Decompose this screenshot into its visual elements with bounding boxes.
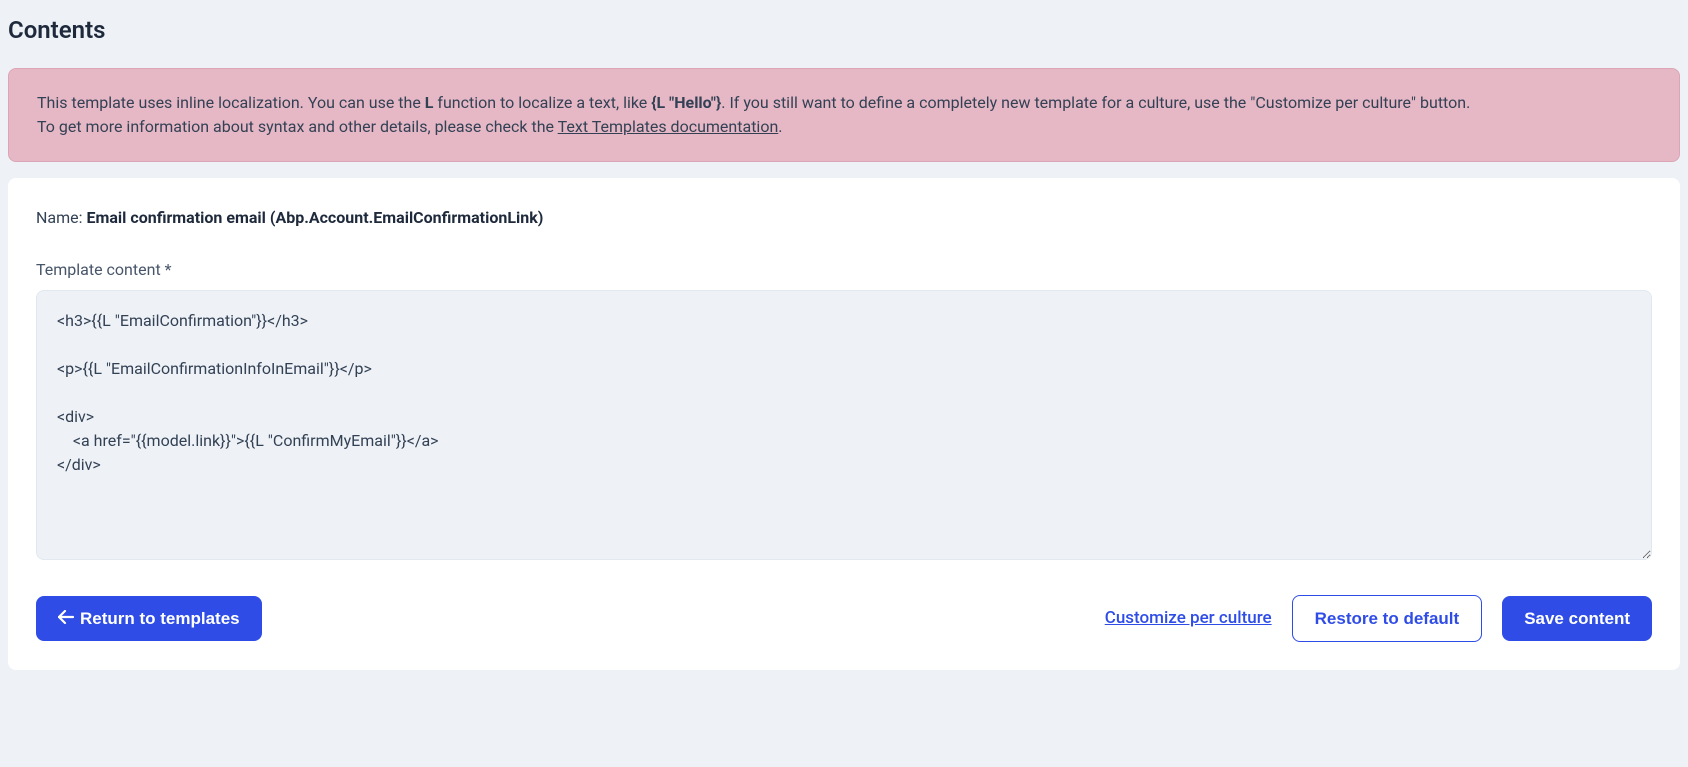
template-content-input[interactable] <box>36 290 1652 560</box>
name-label: Name: <box>36 208 86 227</box>
name-value: Email confirmation email (Abp.Account.Em… <box>86 208 543 227</box>
alert-line-2: To get more information about syntax and… <box>37 115 1651 139</box>
alert-text: function to localize a text, like <box>433 93 651 112</box>
page-title: Contents <box>8 8 1680 52</box>
actions-row: Return to templates Customize per cultur… <box>36 595 1652 642</box>
info-alert: This template uses inline localization. … <box>8 68 1680 162</box>
alert-text: To get more information about syntax and… <box>37 117 558 136</box>
customize-per-culture-link[interactable]: Customize per culture <box>1105 606 1272 632</box>
alert-l-example: {L "Hello"} <box>651 93 721 112</box>
template-content-label: Template content * <box>36 258 1652 282</box>
template-card: Name: Email confirmation email (Abp.Acco… <box>8 178 1680 670</box>
alert-text: This template uses inline localization. … <box>37 93 425 112</box>
actions-right: Customize per culture Restore to default… <box>1105 595 1652 642</box>
arrow-left-icon <box>58 610 74 627</box>
return-to-templates-button[interactable]: Return to templates <box>36 596 262 641</box>
save-content-button[interactable]: Save content <box>1502 596 1652 641</box>
alert-text: . If you still want to define a complete… <box>721 93 1470 112</box>
return-button-label: Return to templates <box>80 610 240 627</box>
alert-line-1: This template uses inline localization. … <box>37 91 1651 115</box>
template-name-row: Name: Email confirmation email (Abp.Acco… <box>36 206 1652 230</box>
docs-link[interactable]: Text Templates documentation <box>558 117 779 136</box>
alert-text: . <box>778 117 782 136</box>
restore-to-default-button[interactable]: Restore to default <box>1292 595 1483 642</box>
